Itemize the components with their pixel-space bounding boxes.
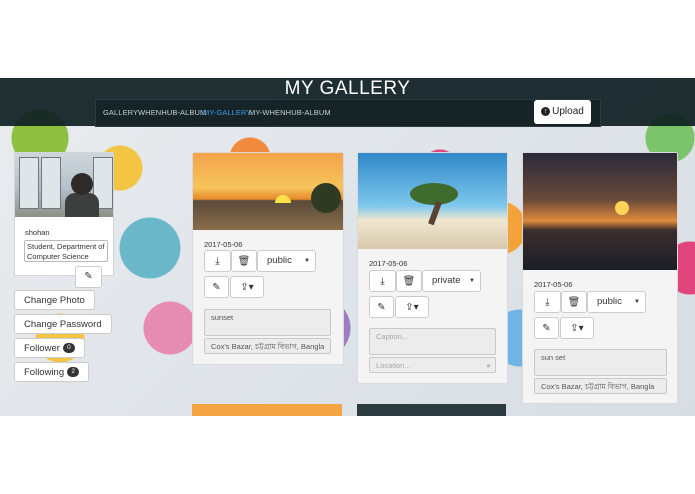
download-icon: ⤓ [215, 256, 220, 267]
pencil-icon: ✎ [84, 271, 93, 282]
delete-button[interactable]: 🗑 [561, 291, 587, 313]
edit-profile-button[interactable]: ✎ [75, 266, 102, 288]
location-field[interactable]: Cox's Bazar, চট্টগ্রাম বিভাগ, Bangla [204, 338, 331, 354]
location-field[interactable]: Cox's Bazar, চট্টগ্রাম বিভাগ, Bangla [534, 378, 667, 394]
photo-card: 2017-05-06 ⤓ 🗑 public ▼ ✎ ⇪▾ sunset Cox's… [192, 152, 344, 365]
tree-canopy [410, 183, 458, 205]
pencil-icon: ✎ [212, 282, 221, 293]
trash-icon: 🗑 [567, 297, 581, 308]
privacy-select[interactable]: public ▼ [257, 250, 316, 272]
caption-field[interactable]: Caption... [369, 328, 496, 355]
avatar[interactable] [15, 153, 113, 217]
following-count-badge: 2 [67, 367, 80, 378]
share-icon: ⇪▾ [240, 282, 254, 293]
change-password-button[interactable]: Change Password [14, 314, 112, 334]
profile-card: shohan Student, Department of Computer S… [14, 152, 114, 276]
location-value: Cox's Bazar, চট্টগ্রাম বিভাগ, Bangla [211, 342, 325, 351]
header-bar: MY GALLERY GALLERY WHENHUB-ALBUM MY-GALL… [0, 78, 695, 127]
privacy-select[interactable]: private ▼ [422, 270, 481, 292]
caret-down-icon: ▼ [304, 258, 310, 264]
upload-label: Upload [552, 106, 584, 117]
edit-button[interactable]: ✎ [534, 317, 559, 339]
caret-down-icon: ▼ [469, 278, 475, 284]
photo-sunset[interactable] [193, 153, 343, 230]
photo-card: 2017-05-06 ⤓ 🗑 private ▼ ✎ ⇪▾ Caption... … [357, 152, 508, 384]
photo-card-partial [357, 404, 506, 416]
privacy-value: private [432, 275, 461, 286]
avatar-window [19, 157, 39, 209]
share-button[interactable]: ⇪▾ [560, 317, 594, 339]
share-button[interactable]: ⇪▾ [395, 296, 429, 318]
location-field[interactable]: Location... ● [369, 357, 496, 373]
avatar-person-body [65, 193, 99, 217]
delete-button[interactable]: 🗑 [396, 270, 422, 292]
caption-field[interactable]: sun set [534, 349, 667, 376]
follower-label: Follower [24, 343, 60, 354]
location-value: Cox's Bazar, চট্টগ্রাম বিভাগ, Bangla [541, 382, 655, 391]
follower-button[interactable]: Follower 0 [14, 338, 85, 358]
photo-date: 2017-05-06 [369, 259, 408, 268]
share-icon: ⇪▾ [570, 323, 584, 334]
photo-card-partial [192, 404, 342, 416]
profile-bio[interactable]: Student, Department of Computer Science [24, 240, 108, 262]
download-button[interactable]: ⤓ [534, 291, 561, 313]
photo-date: 2017-05-06 [534, 280, 573, 289]
download-button[interactable]: ⤓ [369, 270, 396, 292]
edit-button[interactable]: ✎ [369, 296, 394, 318]
palm-silhouette [311, 183, 341, 213]
nav-item-whenhub-album[interactable]: WHENHUB-ALBUM [138, 108, 206, 117]
privacy-value: public [267, 255, 292, 266]
location-placeholder: Location... [376, 361, 411, 370]
map-pin-icon: ● [486, 361, 491, 370]
avatar-window [41, 157, 61, 209]
privacy-select[interactable]: public ▼ [587, 291, 646, 313]
following-label: Following [24, 367, 65, 378]
upload-button[interactable]: ↑ Upload [534, 100, 591, 124]
photo-beach-tree[interactable] [358, 153, 507, 249]
upload-icon: ↑ [541, 106, 551, 116]
page-title: MY GALLERY [284, 78, 411, 99]
privacy-value: public [597, 296, 622, 307]
follower-count-badge: 0 [62, 343, 75, 354]
nav-item-my-whenhub-album[interactable]: MY-WHENHUB-ALBUM [249, 108, 331, 117]
app-root: MY GALLERY GALLERY WHENHUB-ALBUM MY-GALL… [0, 78, 695, 416]
change-photo-button[interactable]: Change Photo [14, 290, 95, 310]
pencil-icon: ✎ [377, 302, 386, 313]
delete-button[interactable]: 🗑 [231, 250, 257, 272]
sun-shape [275, 195, 291, 203]
photo-date: 2017-05-06 [204, 240, 243, 249]
nav-item-gallery[interactable]: GALLERY [103, 108, 138, 117]
nav-item-my-gallery[interactable]: MY-GALLERY [203, 108, 252, 117]
caret-down-icon: ▼ [634, 299, 640, 305]
photo-card: 2017-05-06 ⤓ 🗑 public ▼ ✎ ⇪▾ sun set Cox'… [522, 152, 678, 404]
trash-icon: 🗑 [237, 256, 251, 267]
edit-button[interactable]: ✎ [204, 276, 229, 298]
trash-icon: 🗑 [402, 276, 416, 287]
share-button[interactable]: ⇪▾ [230, 276, 264, 298]
avatar-person-head [71, 173, 93, 195]
download-icon: ⤓ [545, 297, 550, 308]
photo-sunset-beach[interactable] [523, 153, 677, 270]
following-button[interactable]: Following 2 [14, 362, 90, 382]
sun-shape [615, 201, 629, 215]
download-icon: ⤓ [380, 276, 385, 287]
download-button[interactable]: ⤓ [204, 250, 231, 272]
pencil-icon: ✎ [542, 323, 551, 334]
profile-username: shohan [25, 228, 50, 237]
share-icon: ⇪▾ [405, 302, 419, 313]
nav-bar: GALLERY WHENHUB-ALBUM MY-GALLERY MY-WHEN… [95, 99, 601, 127]
caption-field[interactable]: sunset [204, 309, 331, 336]
